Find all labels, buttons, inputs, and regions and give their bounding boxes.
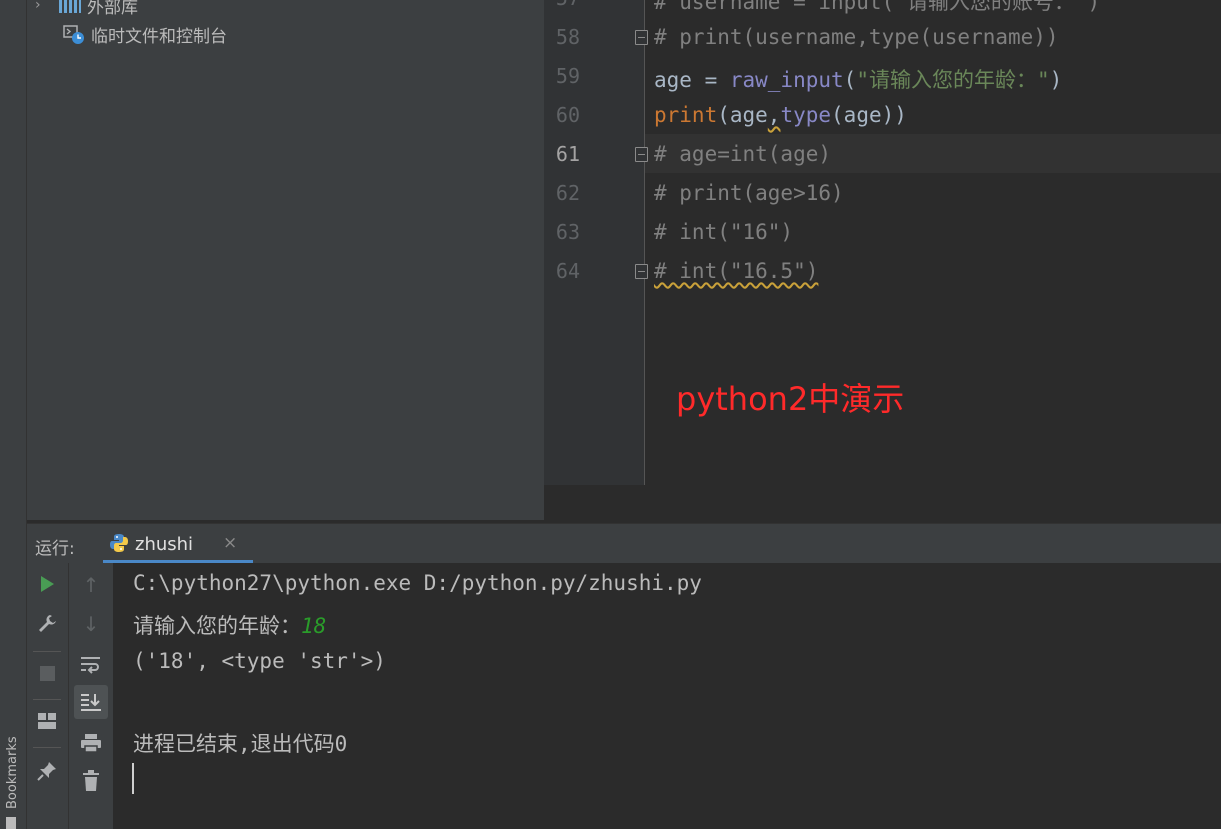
run-tab-zhushi[interactable]: zhushi × <box>103 524 253 563</box>
print-icon[interactable] <box>75 727 107 759</box>
console-command-line: C:\python27\python.exe D:/python.py/zhus… <box>133 571 702 595</box>
tree-item-scratches[interactable]: 临时文件和控制台 <box>63 21 227 47</box>
pin-icon[interactable] <box>31 755 63 787</box>
console-prompt: 请输入您的年龄： <box>133 614 301 638</box>
fold-marker-icon[interactable] <box>635 264 648 279</box>
tree-item-label: 临时文件和控制台 <box>91 26 227 47</box>
code-line: # print(username,type(username)) <box>654 25 1059 49</box>
scroll-to-end-icon[interactable] <box>74 685 108 719</box>
console-caret <box>132 763 134 794</box>
bookmarks-label: Bookmarks <box>5 736 20 809</box>
code-line: # print(age>16) <box>654 181 844 205</box>
line-number: 62 <box>555 181 580 205</box>
project-tool-window: › 外部库 临时文件和控制台 <box>27 0 544 520</box>
library-icon <box>59 0 81 13</box>
console-output-line: ('18', <type 'str'>) <box>133 649 386 673</box>
close-icon[interactable]: × <box>223 533 237 553</box>
stop-icon[interactable] <box>31 657 63 689</box>
line-number: 64 <box>555 259 580 283</box>
fold-marker-icon[interactable] <box>635 147 648 162</box>
line-number: 63 <box>555 220 580 244</box>
layout-icon[interactable] <box>31 705 63 737</box>
code-line: print(age,type(age)) <box>654 103 907 127</box>
annotation-text: python2中演示 <box>676 380 905 418</box>
scratches-icon <box>63 23 85 45</box>
console-user-input: 18 <box>301 614 327 638</box>
console-exit-message: 进程已结束,退出代码0 <box>133 732 348 756</box>
up-arrow-icon[interactable]: ↑ <box>75 569 107 601</box>
run-tab-label: zhushi <box>135 534 194 555</box>
trash-icon[interactable] <box>75 765 107 797</box>
fold-marker-icon[interactable] <box>635 30 648 45</box>
wrench-icon[interactable] <box>31 607 63 639</box>
tree-item-label: 外部库 <box>87 0 138 18</box>
line-number: 60 <box>555 103 580 127</box>
rerun-icon[interactable] <box>31 568 63 600</box>
code-line: # username = input("请输入您的账号：") <box>654 0 1101 14</box>
python-icon <box>110 534 128 552</box>
line-number-current: 61 <box>555 142 580 166</box>
run-toolbar-primary <box>27 563 69 829</box>
code-line: # int("16.5") <box>654 259 819 283</box>
gutter-divider <box>644 0 645 485</box>
line-number: 57 <box>544 0 580 10</box>
line-number: 58 <box>555 25 580 49</box>
soft-wrap-icon[interactable] <box>75 649 107 681</box>
code-line: # int("16") <box>654 220 794 244</box>
bookmarks-stripe-button[interactable]: Bookmarks <box>0 700 26 829</box>
code-line: age = raw_input("请输入您的年龄：") <box>654 68 1063 92</box>
bookmark-icon <box>6 817 16 829</box>
chevron-right-icon[interactable]: › <box>35 0 59 13</box>
run-console-output[interactable]: C:\python27\python.exe D:/python.py/zhus… <box>113 563 1221 829</box>
tree-item-external-libraries[interactable]: › 外部库 <box>35 0 138 18</box>
console-prompt-line: 请输入您的年龄：18 <box>133 610 326 640</box>
down-arrow-icon[interactable]: ↓ <box>75 608 107 640</box>
run-toolbar-secondary: ↑ ↓ <box>69 563 113 829</box>
run-label: 运行: <box>35 539 75 559</box>
line-number: 59 <box>555 64 580 88</box>
run-tool-window-header: 运行: zhushi × <box>27 523 1221 563</box>
code-line: # age=int(age) <box>654 142 832 166</box>
